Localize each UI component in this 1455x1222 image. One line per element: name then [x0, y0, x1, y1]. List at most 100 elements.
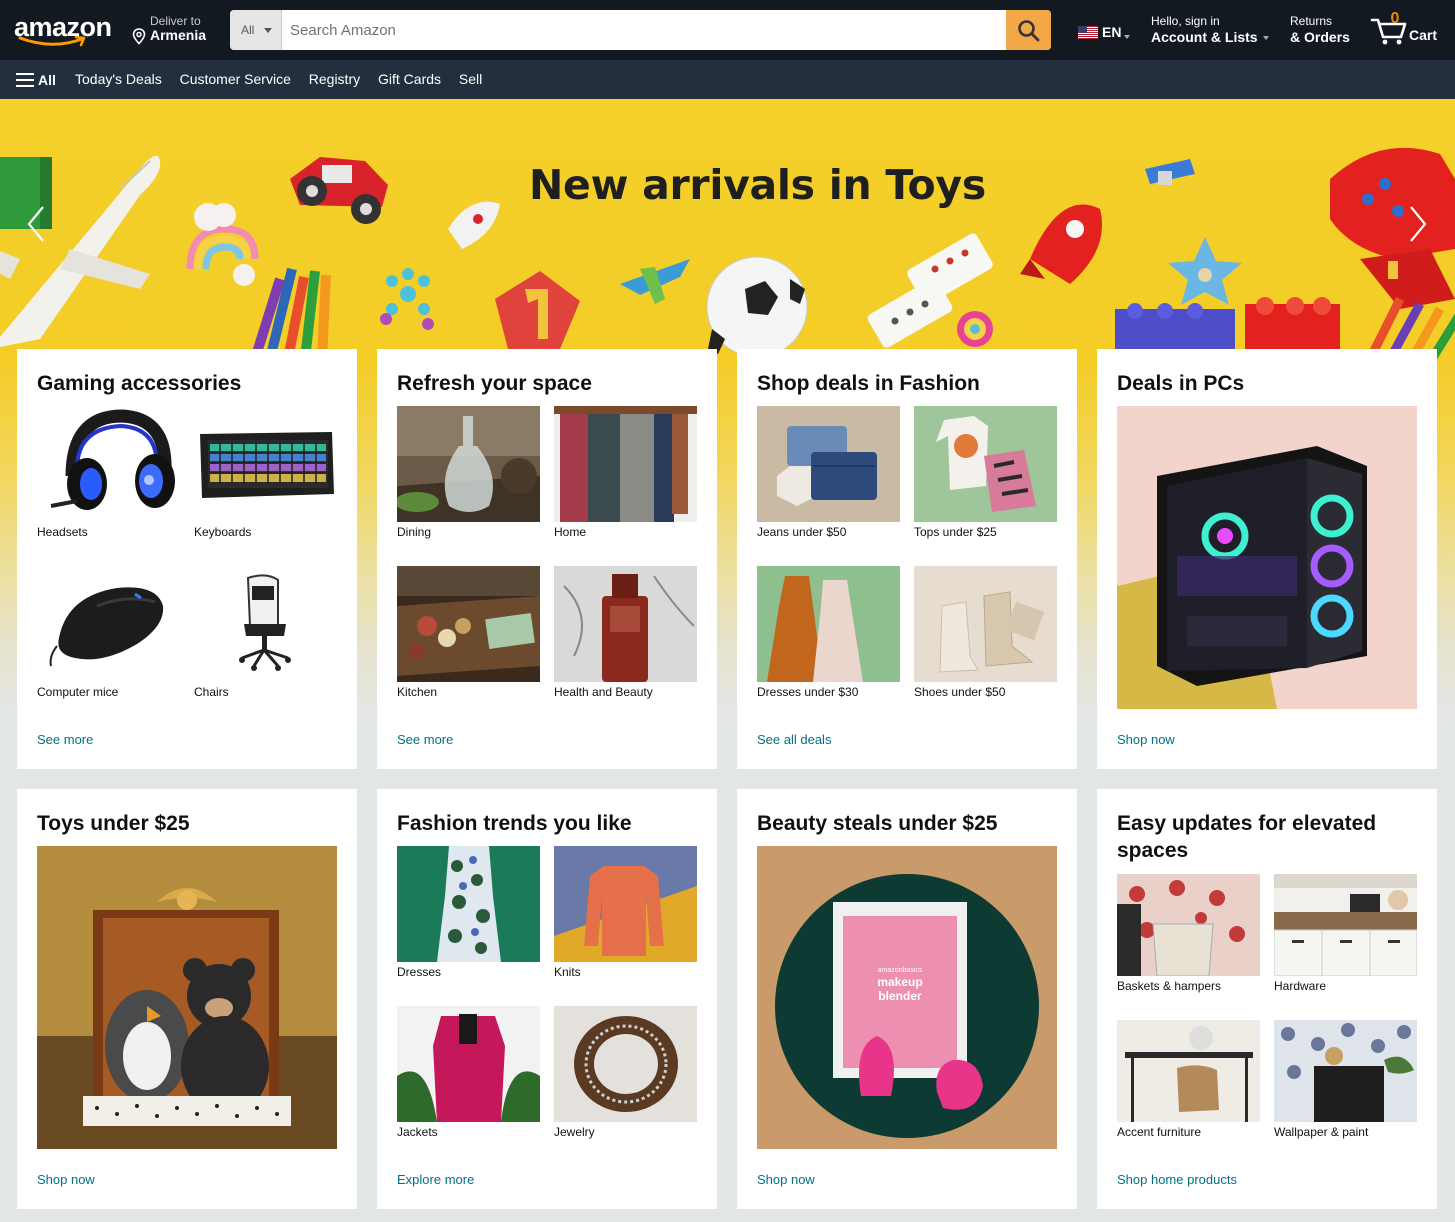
returns-orders[interactable]: Returns & Orders [1290, 14, 1350, 45]
quad-item-knits[interactable]: Knits [554, 846, 697, 979]
subnav-link-registry[interactable]: Registry [309, 71, 360, 87]
search-button[interactable] [1006, 10, 1051, 50]
quad-item-accent-furniture[interactable]: Accent furniture [1117, 1020, 1260, 1139]
quad-item-baskets-hampers[interactable]: Baskets & hampers [1117, 874, 1260, 993]
hamburger-icon [16, 73, 34, 87]
kitchen-image [397, 566, 540, 682]
tops-image [914, 406, 1057, 522]
chevron-down-icon [1124, 35, 1130, 39]
makeup-blender-image[interactable]: amazonbasics makeup blender [757, 846, 1057, 1149]
image-text-blender: blender [878, 989, 922, 1003]
shop-now-link[interactable]: Shop now [757, 1172, 815, 1187]
card-title: Easy updates for elevated spaces [1117, 812, 1377, 862]
hero-title: New arrivals in Toys [529, 161, 986, 209]
quad-item-home[interactable]: Home [554, 406, 697, 539]
card-fashion-trends: Fashion trends you like Dresses Knits Ja… [377, 789, 717, 1209]
quad-item-headsets[interactable]: Headsets [37, 406, 180, 539]
amazon-logo[interactable]: amazon [14, 10, 114, 50]
quad-item-jackets[interactable]: Jackets [397, 1006, 540, 1139]
search-bar: All [230, 10, 1051, 50]
quad-item-tops[interactable]: Tops under $25 [914, 406, 1057, 539]
shoes-image [914, 566, 1057, 682]
dresses-deal-image [757, 566, 900, 682]
knit-image [554, 846, 697, 962]
quad-item-computer-mice[interactable]: Computer mice [37, 566, 180, 699]
dress-image [397, 846, 540, 962]
quad-item-dining[interactable]: Dining [397, 406, 540, 539]
quad-item-health-and-beauty[interactable]: Health and Beauty [554, 566, 697, 699]
shop-now-link[interactable]: Shop now [37, 1172, 95, 1187]
headset-image [37, 406, 180, 522]
baskets-image [1117, 874, 1260, 976]
top-nav: amazon Deliver to Armenia All Search Ama… [0, 0, 1455, 60]
see-all-deals-link[interactable]: See all deals [757, 732, 831, 747]
card-deals-in-pcs: Deals in PCs Shop now [1097, 349, 1437, 769]
subnav-link-todays-deals[interactable]: Today's Deals [75, 71, 162, 87]
us-flag-icon [1078, 26, 1098, 39]
search-icon [1018, 20, 1040, 42]
card-shop-deals-in-fashion: Shop deals in Fashion Jeans under $50 To… [737, 349, 1077, 769]
card-title: Deals in PCs [1117, 372, 1245, 395]
quad-item-shoes[interactable]: Shoes under $50 [914, 566, 1057, 699]
subnav-links: Today's Deals Customer Service Registry … [75, 71, 496, 87]
card-title: Beauty steals under $25 [757, 812, 998, 835]
toys-illustration [0, 147, 1455, 359]
shop-now-link[interactable]: Shop now [1117, 732, 1175, 747]
card-title: Fashion trends you like [397, 812, 632, 835]
quad-item-wallpaper-paint[interactable]: Wallpaper & paint [1274, 1020, 1417, 1139]
see-more-link[interactable]: See more [397, 732, 453, 747]
mouse-image [37, 566, 180, 682]
quad-item-hardware[interactable]: Hardware [1274, 874, 1417, 993]
dining-image [397, 406, 540, 522]
chair-image [194, 566, 337, 682]
card-refresh-your-space: Refresh your space Dining Home Kitchen H… [377, 349, 717, 769]
location-pin-icon [132, 28, 146, 45]
sub-nav: All Today's Deals Customer Service Regis… [0, 60, 1455, 99]
cart-label: Cart [1409, 27, 1438, 43]
card-beauty-steals: Beauty steals under $25 amazonbasics mak… [737, 789, 1077, 1209]
jacket-image [397, 1006, 540, 1122]
quad-item-jewelry[interactable]: Jewelry [554, 1006, 697, 1139]
jewelry-image [554, 1006, 697, 1122]
card-gaming-accessories: Gaming accessories Headsets Keyboards Co… [17, 349, 357, 769]
chevron-down-icon [264, 28, 272, 33]
subnav-link-sell[interactable]: Sell [459, 71, 482, 87]
account-menu[interactable]: Hello, sign in Account & Lists [1151, 14, 1269, 45]
jeans-image [757, 406, 900, 522]
search-department-select[interactable]: All [230, 10, 282, 50]
carousel-next-arrow-icon[interactable] [1408, 205, 1428, 243]
hardware-image [1274, 874, 1417, 976]
cart[interactable]: 0 Cart [1370, 10, 1442, 50]
home-image [554, 406, 697, 522]
shop-home-products-link[interactable]: Shop home products [1117, 1172, 1237, 1187]
account-label: Account & Lists [1151, 29, 1258, 45]
explore-more-link[interactable]: Explore more [397, 1172, 474, 1187]
quad-item-keyboards[interactable]: Keyboards [194, 406, 337, 539]
card-title: Gaming accessories [37, 372, 242, 395]
quad-item-dresses[interactable]: Dresses [397, 846, 540, 979]
subnav-link-gift-cards[interactable]: Gift Cards [378, 71, 441, 87]
cart-count: 0 [1390, 10, 1400, 27]
smile-arrow-icon [18, 36, 86, 47]
wallpaper-image [1274, 1020, 1417, 1122]
card-title: Refresh your space [397, 372, 592, 395]
image-text-makeup: makeup [877, 975, 922, 989]
toys-image[interactable] [37, 846, 337, 1149]
image-text-amazonbasics: amazonbasics [878, 967, 923, 974]
quad-item-dresses-deal[interactable]: Dresses under $30 [757, 566, 900, 699]
card-toys-under-25: Toys under $25 Shop now [17, 789, 357, 1209]
accent-furniture-image [1117, 1020, 1260, 1122]
see-more-link[interactable]: See more [37, 732, 93, 747]
subnav-link-customer-service[interactable]: Customer Service [180, 71, 291, 87]
search-input[interactable] [282, 10, 1006, 50]
card-title: Shop deals in Fashion [757, 372, 980, 395]
pc-image[interactable] [1117, 406, 1417, 709]
quad-item-kitchen[interactable]: Kitchen [397, 566, 540, 699]
keyboard-image [194, 406, 337, 522]
carousel-prev-arrow-icon[interactable] [26, 205, 46, 243]
quad-item-jeans[interactable]: Jeans under $50 [757, 406, 900, 539]
chevron-down-icon [1262, 36, 1269, 41]
card-title: Toys under $25 [37, 812, 190, 835]
health-beauty-image [554, 566, 697, 682]
quad-item-chairs[interactable]: Chairs [194, 566, 337, 699]
